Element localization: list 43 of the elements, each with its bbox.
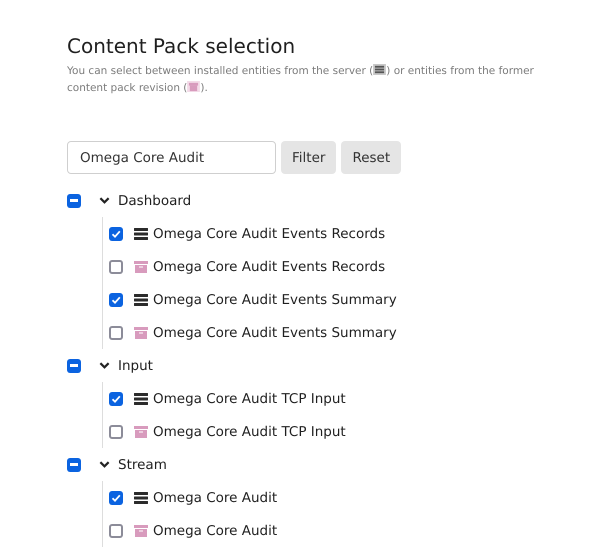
server-icon bbox=[134, 228, 148, 240]
entity-label: Omega Core Audit Events Summary bbox=[153, 324, 397, 340]
entity-label: Omega Core Audit Events Records bbox=[153, 226, 386, 242]
checkbox[interactable] bbox=[109, 292, 123, 306]
entity-label: Omega Core Audit Events Summary bbox=[153, 292, 397, 308]
reset-button[interactable]: Reset bbox=[341, 141, 402, 174]
group-checkbox[interactable] bbox=[67, 358, 81, 372]
group-label: Stream bbox=[118, 456, 167, 472]
chevron-icon[interactable] bbox=[99, 195, 110, 206]
description-text: ) or entities from the former bbox=[386, 65, 534, 77]
checkbox[interactable] bbox=[109, 392, 123, 406]
checkbox[interactable] bbox=[109, 424, 123, 438]
filter-button[interactable]: Filter bbox=[281, 141, 336, 174]
group-label: Dashboard bbox=[118, 192, 192, 208]
checkbox[interactable] bbox=[109, 524, 123, 538]
checkbox[interactable] bbox=[109, 226, 123, 240]
entity-label: Omega Core Audit TCP Input bbox=[153, 424, 346, 440]
server-icon bbox=[134, 294, 148, 306]
archive-box-icon bbox=[134, 260, 148, 272]
search-field[interactable]: Omega Core Audit bbox=[67, 141, 276, 174]
archive-box-icon bbox=[187, 81, 200, 92]
entity-label: Omega Core Audit bbox=[153, 490, 278, 506]
server-icon bbox=[134, 392, 148, 404]
checkbox[interactable] bbox=[109, 326, 123, 340]
entity-label: Omega Core Audit TCP Input bbox=[153, 390, 346, 406]
group-checkbox[interactable] bbox=[67, 458, 81, 472]
archive-box-icon bbox=[134, 426, 148, 438]
description-text: ). bbox=[200, 82, 208, 94]
entity-label: Omega Core Audit bbox=[153, 522, 278, 538]
archive-box-icon bbox=[134, 326, 148, 338]
checkbox[interactable] bbox=[109, 490, 123, 504]
checkbox[interactable] bbox=[109, 260, 123, 274]
chevron-icon[interactable] bbox=[99, 459, 110, 470]
server-icon bbox=[373, 64, 386, 75]
group-checkbox[interactable] bbox=[67, 194, 81, 208]
archive-box-icon bbox=[134, 524, 148, 536]
group-label: Input bbox=[118, 358, 153, 374]
entity-label: Omega Core Audit Events Records bbox=[153, 258, 386, 274]
server-icon bbox=[134, 492, 148, 504]
chevron-icon[interactable] bbox=[99, 360, 110, 371]
description-text: content pack revision ( bbox=[67, 82, 188, 94]
description-text: You can select between installed entities from the server ( bbox=[67, 65, 374, 77]
section-title: Content Pack selection bbox=[67, 33, 296, 59]
